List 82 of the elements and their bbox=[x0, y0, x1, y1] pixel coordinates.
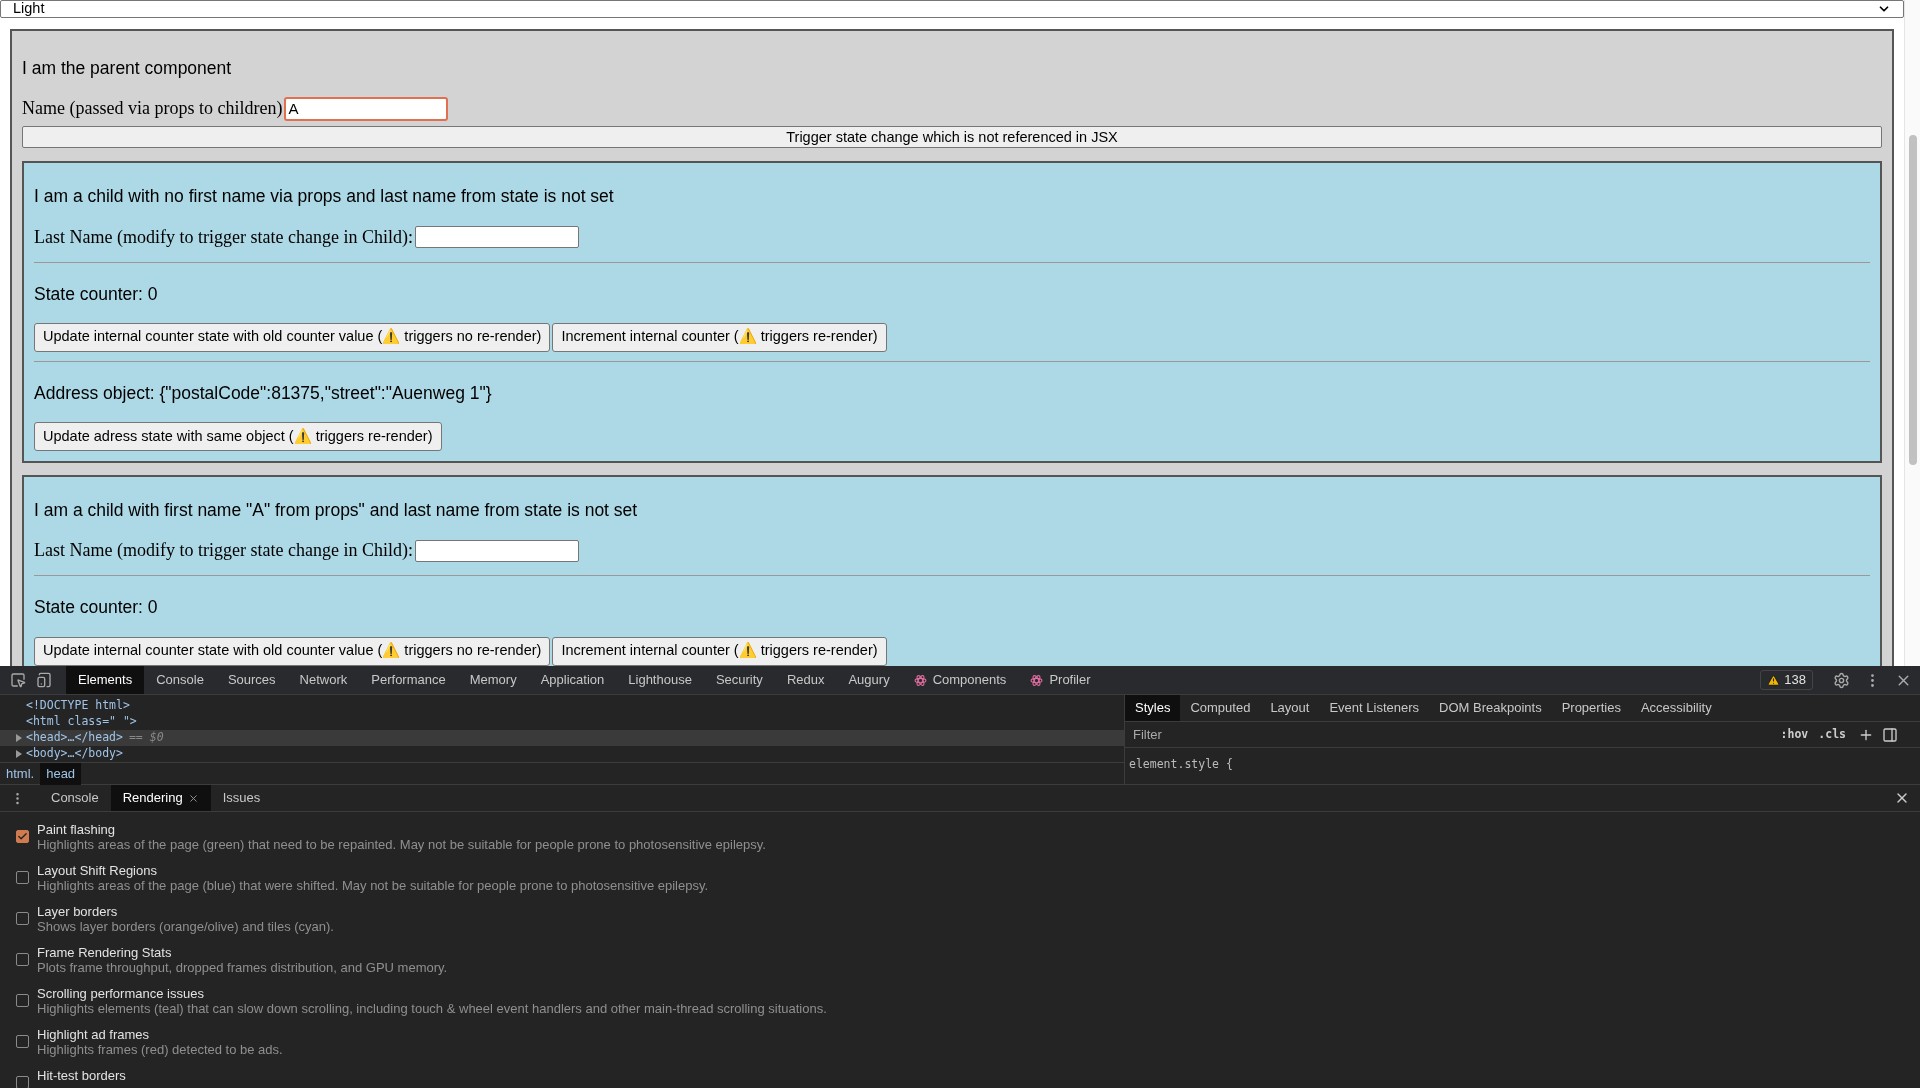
styles-tab[interactable]: Layout bbox=[1260, 695, 1320, 721]
inspect-icon[interactable] bbox=[10, 672, 26, 688]
child-heading: I am a child with no first name via props and last name from state is not set bbox=[34, 185, 615, 209]
devtools-tab[interactable]: Sources bbox=[215, 666, 288, 694]
devtools-tab[interactable]: Lighthouse bbox=[616, 666, 704, 694]
option-checkbox[interactable] bbox=[16, 994, 29, 1007]
option-checkbox[interactable] bbox=[16, 912, 29, 925]
close-tab-icon[interactable] bbox=[187, 792, 199, 804]
hov-button[interactable]: :hov bbox=[1776, 725, 1813, 744]
devtools-tab[interactable]: Console bbox=[144, 666, 216, 694]
filter-field[interactable]: Filter bbox=[1133, 724, 1777, 745]
last-name-label: Last Name (modify to trigger state change in Child): bbox=[34, 539, 413, 563]
devtools-tab[interactable]: Elements bbox=[66, 666, 145, 694]
action-button[interactable]: Update internal counter state with old counter value (⚠ triggers no re-render) bbox=[34, 322, 551, 352]
option-description: Shows layer borders (orange/olive) and tiles (cyan). bbox=[37, 919, 334, 934]
action-button[interactable]: Update adress state with same object (⚠ triggers re-render) bbox=[34, 422, 442, 451]
option-description: Highlights elements (teal) that can slow down scrolling, including touch & wheel event handlers and other main-thread scrolling situations. bbox=[37, 1001, 827, 1016]
devtools-tab[interactable]: Profiler bbox=[1018, 666, 1103, 694]
scrollbar[interactable] bbox=[1904, 0, 1920, 666]
option-title: Layer borders bbox=[37, 904, 119, 919]
option-description: Highlights areas of the page (blue) that were shifted. May not be suitable for people prone to photosensitive epilepsy. bbox=[37, 878, 709, 893]
dom-node-line[interactable]: <!DOCTYPE html> bbox=[0, 698, 1124, 714]
option-title: Highlight ad frames bbox=[37, 1027, 150, 1042]
warning-count[interactable]: 138 bbox=[1760, 670, 1813, 690]
drawer-tab[interactable]: Console bbox=[39, 785, 111, 811]
devtools-tab[interactable]: Components bbox=[901, 666, 1019, 694]
action-button[interactable]: Increment internal counter (⚠ triggers re-render) bbox=[552, 636, 887, 666]
cls-button[interactable]: .cls bbox=[1812, 725, 1852, 744]
styles-tab[interactable]: Event Listeners bbox=[1319, 695, 1430, 721]
warning-icon bbox=[1767, 673, 1781, 687]
last-name-field[interactable] bbox=[414, 226, 579, 248]
last-name-field[interactable] bbox=[414, 539, 579, 562]
option-title: Paint flashing bbox=[37, 822, 117, 837]
dom-node-line[interactable]: <body>…</body> bbox=[0, 746, 1124, 762]
address-text: Address object: {"postalCode":81375,"street":"Auenweg 1"} bbox=[34, 381, 493, 405]
option-checkbox[interactable] bbox=[16, 830, 29, 843]
devtools-tab[interactable]: Security bbox=[703, 666, 775, 694]
option-description: Highlights areas of the page (green) that need to be repainted. May not be suitable for people prone to photosensitive epilepsy. bbox=[37, 837, 766, 852]
trigger-button[interactable]: Trigger state change which is not referenced in JSX bbox=[22, 126, 1882, 149]
action-button[interactable]: Increment internal counter (⚠ triggers re-render) bbox=[552, 322, 887, 352]
styles-tab[interactable]: DOM Breakpoints bbox=[1429, 695, 1552, 721]
option-checkbox[interactable] bbox=[16, 1035, 29, 1048]
atom-icon bbox=[913, 673, 927, 687]
devtools-tab[interactable]: Memory bbox=[457, 666, 529, 694]
option-title: Frame Rendering Stats bbox=[37, 945, 173, 960]
last-name-label: Last Name (modify to trigger state change in Child): bbox=[34, 225, 413, 249]
styles-tab[interactable]: Computed bbox=[1180, 695, 1261, 721]
atom-icon bbox=[1030, 673, 1044, 687]
name-field[interactable]: A bbox=[284, 96, 449, 121]
devtools-tab[interactable]: Augury bbox=[836, 666, 902, 694]
option-checkbox[interactable] bbox=[16, 953, 29, 966]
action-button[interactable]: Update internal counter state with old counter value (⚠ triggers no re-render) bbox=[34, 636, 551, 666]
child-heading: I am a child with first name "A" from props" and last name from state is not set bbox=[34, 499, 639, 522]
option-title: Scrolling performance issues bbox=[37, 986, 205, 1001]
element-style-rule: element.style { bbox=[1129, 757, 1233, 771]
option-title: Hit-test borders bbox=[37, 1068, 126, 1083]
check-icon bbox=[17, 831, 28, 842]
styles-tab[interactable]: Properties bbox=[1551, 695, 1631, 721]
name-label: Name (passed via props to children) bbox=[22, 97, 283, 121]
sidebar-toggle-icon[interactable] bbox=[1882, 726, 1898, 743]
styles-tab[interactable]: Styles bbox=[1125, 695, 1181, 721]
parent-heading: I am the parent component bbox=[22, 57, 233, 80]
state-counter: State counter: 0 bbox=[34, 282, 159, 306]
devtools-tab[interactable]: Network bbox=[287, 666, 360, 694]
drawer-tab[interactable]: Issues bbox=[210, 785, 273, 811]
state-counter: State counter: 0 bbox=[34, 596, 159, 620]
option-checkbox[interactable] bbox=[16, 1076, 29, 1088]
option-description: Highlights frames (red) detected to be ads. bbox=[37, 1042, 283, 1057]
option-title: Layout Shift Regions bbox=[37, 863, 158, 878]
devtools-tab[interactable]: Application bbox=[528, 666, 617, 694]
devtools-tab[interactable]: Redux bbox=[774, 666, 837, 694]
option-checkbox[interactable] bbox=[16, 871, 29, 884]
breadcrumb[interactable]: head bbox=[40, 763, 82, 785]
devtools-tab[interactable]: Performance bbox=[359, 666, 458, 694]
settings-icon[interactable] bbox=[1833, 671, 1850, 689]
device-icon[interactable] bbox=[36, 672, 52, 688]
option-description: Plots frame throughput, dropped frames distribution, and GPU memory. bbox=[37, 960, 448, 975]
theme-select[interactable]: Light bbox=[0, 0, 1904, 18]
dom-node-line[interactable]: <html class=" "> bbox=[0, 714, 1124, 730]
breadcrumb[interactable]: html. bbox=[0, 763, 41, 785]
drawer-tab[interactable]: Rendering bbox=[110, 785, 211, 811]
styles-tab[interactable]: Accessibility bbox=[1630, 695, 1722, 721]
